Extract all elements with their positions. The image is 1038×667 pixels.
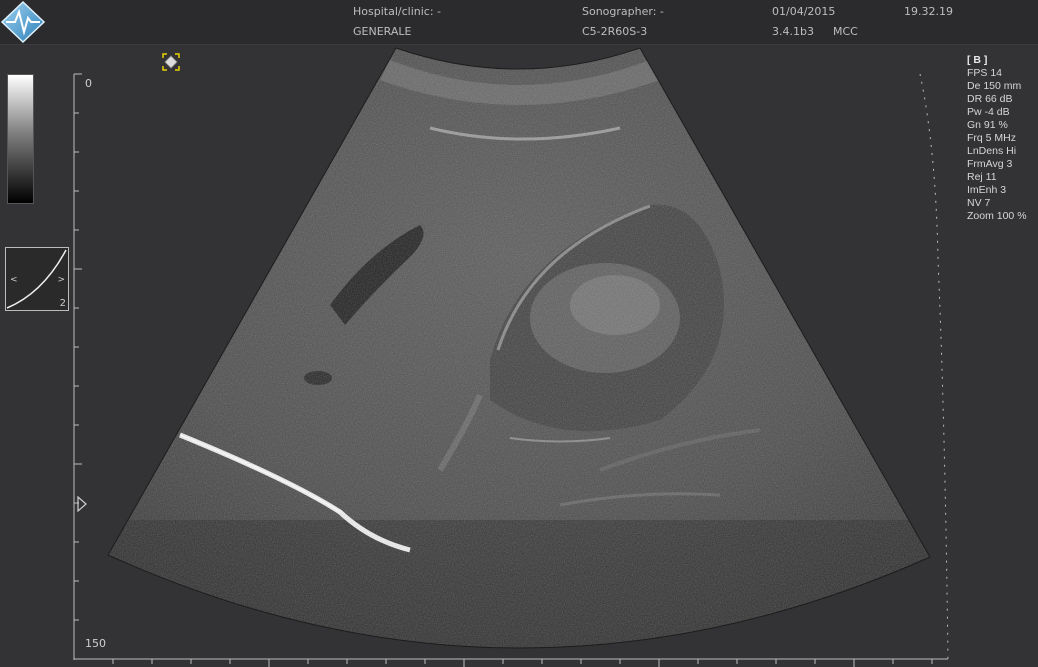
focus-marker-icon[interactable] bbox=[76, 496, 88, 512]
mode-indicator: [ B ] bbox=[967, 54, 988, 66]
header-bar: Hospital/clinic: - GENERALE Sonographer:… bbox=[0, 0, 1038, 45]
depth-bottom-label: 150 bbox=[85, 637, 106, 650]
app-logo-icon[interactable] bbox=[0, 0, 46, 44]
time-label: 19.32.19 bbox=[904, 5, 953, 18]
param-line-density: LnDens Hi bbox=[967, 145, 1017, 157]
sonographer-label: Sonographer: - bbox=[582, 5, 664, 18]
param-frequency: Frq 5 MHz bbox=[967, 132, 1017, 144]
param-zoom: Zoom 100 % bbox=[967, 210, 1027, 222]
param-nv: NV 7 bbox=[967, 197, 991, 209]
param-depth: De 150 mm bbox=[967, 80, 1022, 92]
param-fps: FPS 14 bbox=[967, 67, 1003, 79]
ultrasound-image-area[interactable] bbox=[0, 44, 1038, 667]
hospital-label: Hospital/clinic: - bbox=[353, 5, 441, 18]
freeze-status-icon[interactable] bbox=[162, 53, 180, 71]
probe-label: C5-2R60S-3 bbox=[582, 25, 648, 38]
imaging-parameters: [ B ] FPS 14 De 150 mm DR 66 dB Pw -4 dB… bbox=[967, 54, 1027, 223]
preset-label: GENERALE bbox=[353, 25, 412, 38]
date-label: 01/04/2015 bbox=[772, 5, 836, 18]
ultrasound-sector[interactable] bbox=[100, 44, 940, 667]
software-version-label: 3.4.1b3 bbox=[772, 25, 814, 38]
mode-tag-label: MCC bbox=[833, 25, 858, 38]
param-image-enhancement: ImEnh 3 bbox=[967, 184, 1007, 196]
param-gain: Gn 91 % bbox=[967, 119, 1008, 131]
sector-boundary-guide bbox=[919, 73, 949, 661]
depth-scale bbox=[73, 73, 82, 660]
depth-top-label: 0 bbox=[85, 77, 92, 90]
bottom-ruler bbox=[74, 658, 948, 667]
param-power: Pw -4 dB bbox=[967, 106, 1010, 118]
param-rejection: Rej 11 bbox=[967, 171, 997, 183]
param-dynamic-range: DR 66 dB bbox=[967, 93, 1013, 105]
param-frame-averaging: FrmAvg 3 bbox=[967, 158, 1013, 170]
